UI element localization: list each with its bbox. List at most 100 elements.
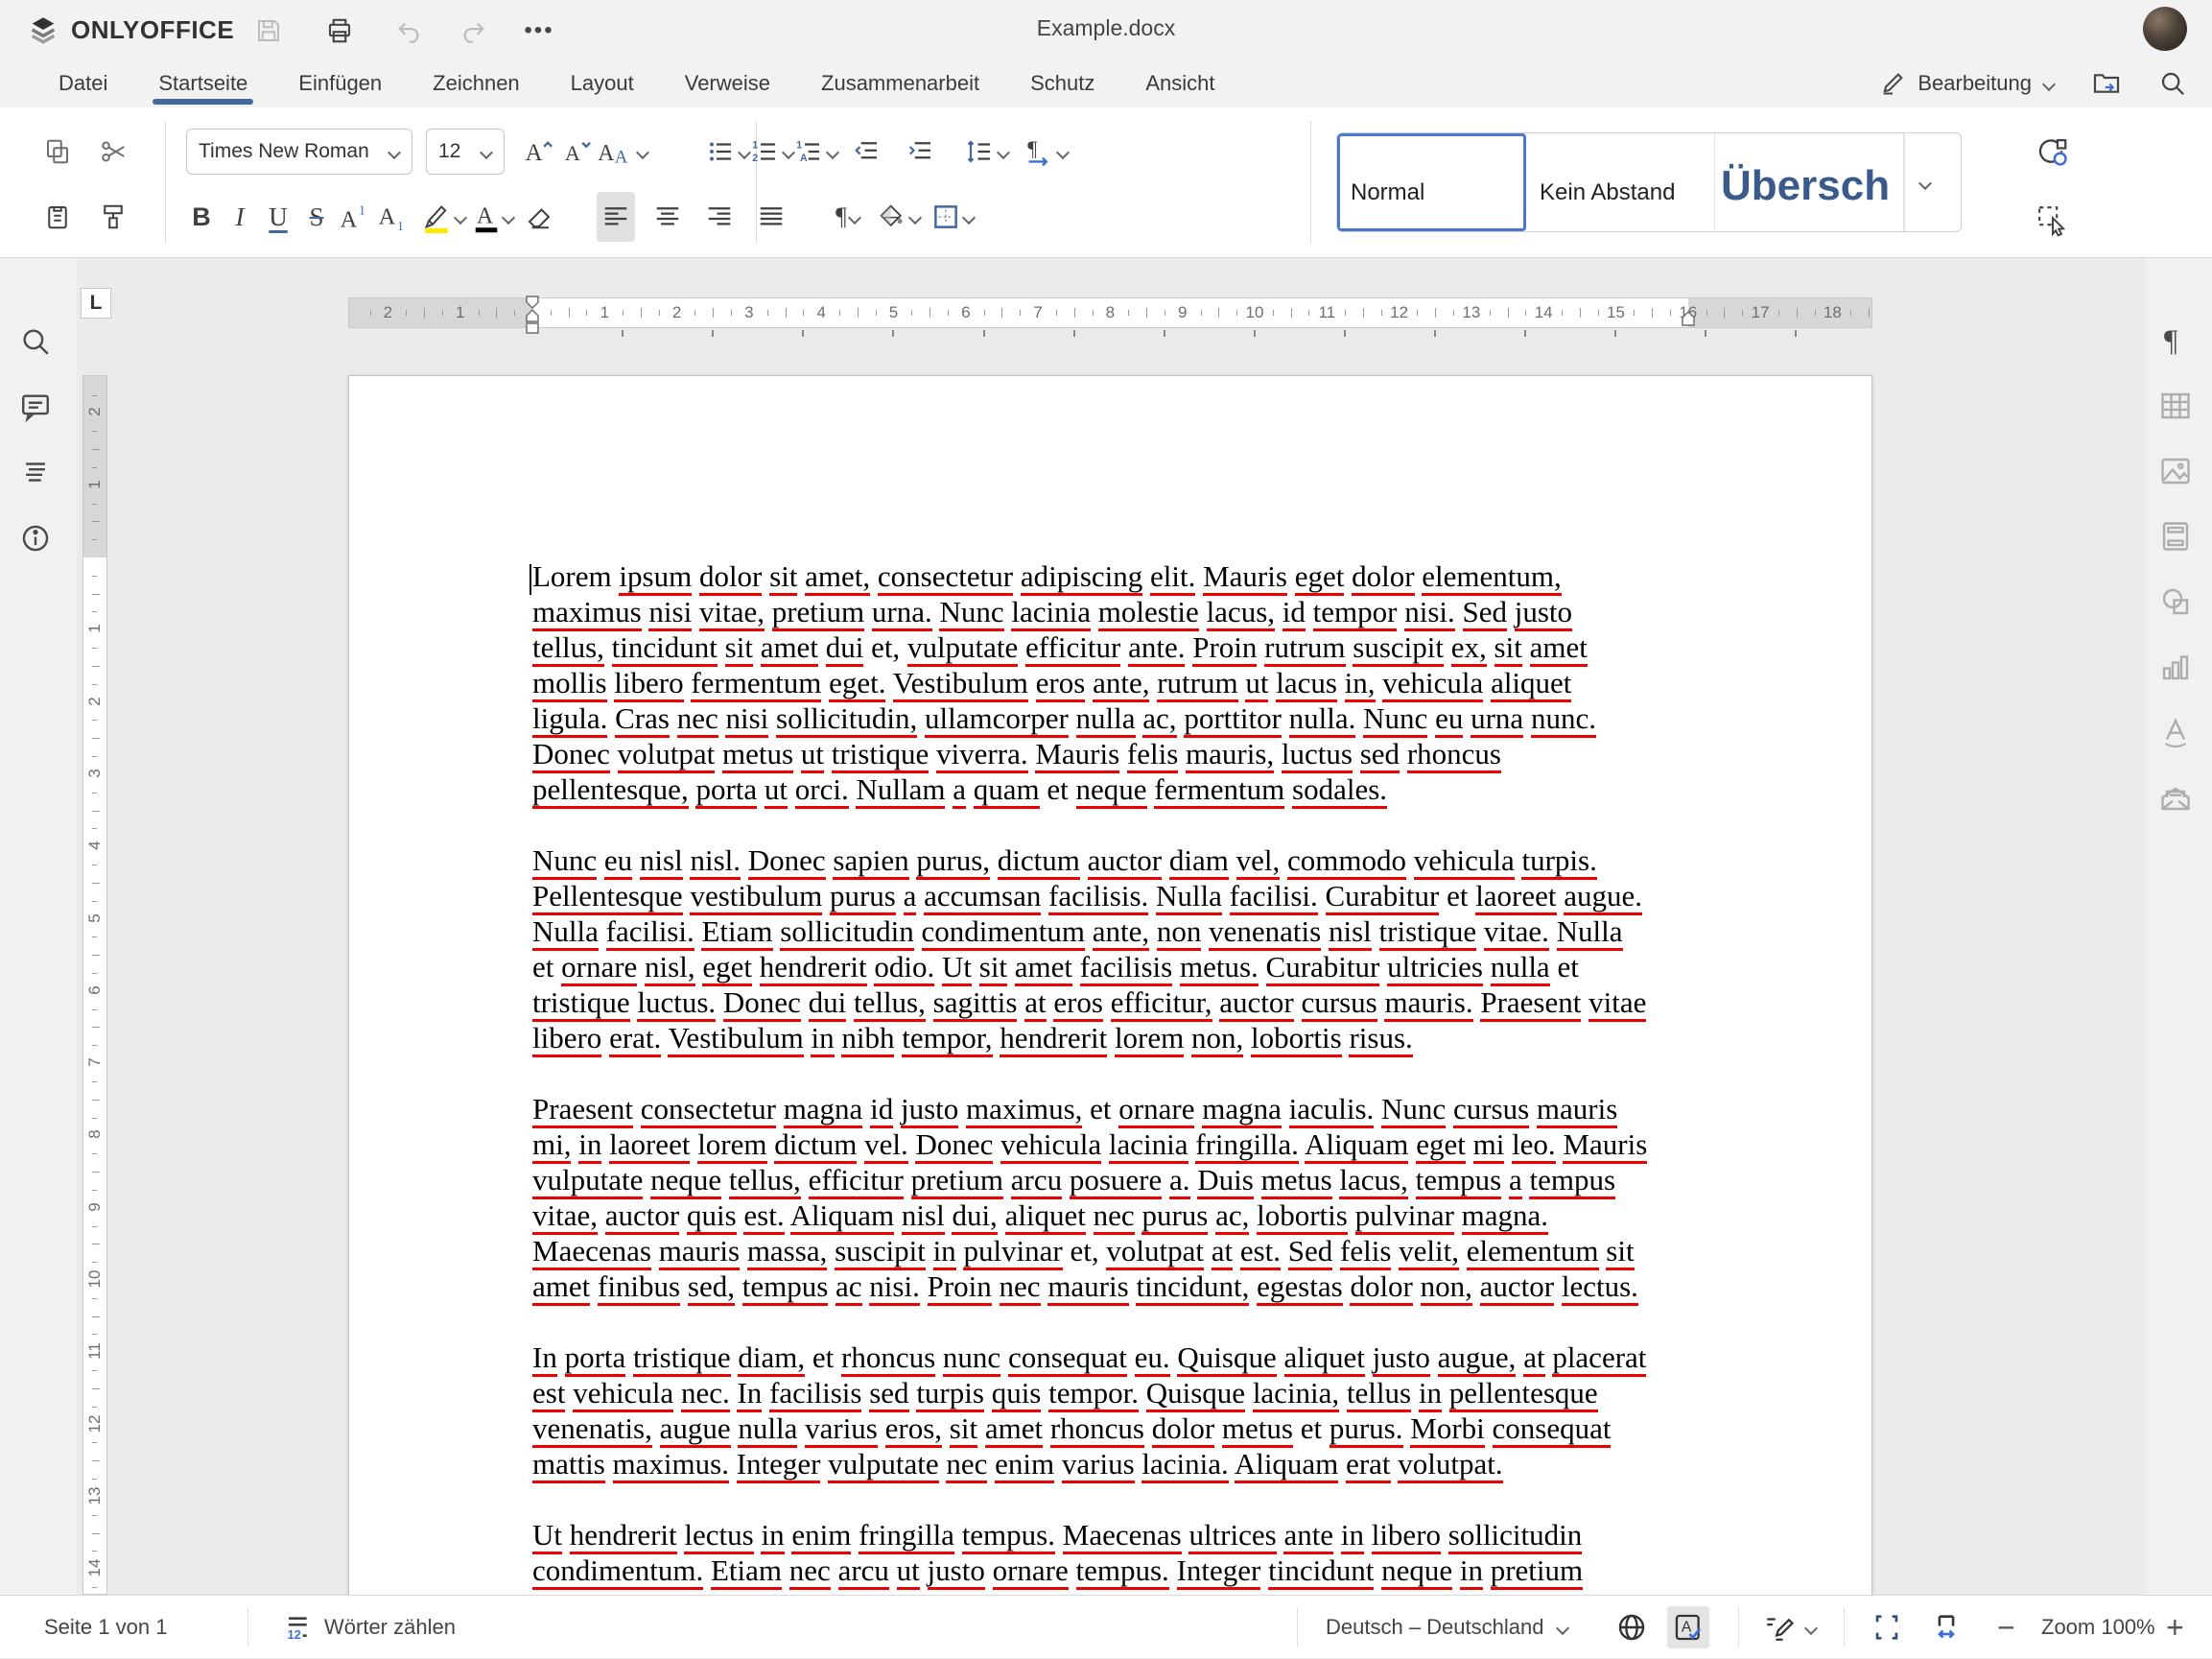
chart-icon — [2158, 650, 2193, 684]
underline-button[interactable]: U — [259, 192, 297, 242]
zoom-in-button[interactable]: + — [2166, 1596, 2184, 1659]
borders-button[interactable] — [930, 192, 975, 242]
table-settings-button[interactable] — [2158, 387, 2197, 425]
copy-button[interactable] — [38, 127, 77, 177]
tab-ansicht[interactable]: Ansicht — [1143, 59, 1216, 107]
sidebar-about-button[interactable] — [19, 519, 58, 557]
tab-einfuegen[interactable]: Einfügen — [296, 59, 384, 107]
language-selector[interactable]: Deutsch – Deutschland — [1326, 1596, 1568, 1659]
bullet-list-icon — [706, 137, 737, 166]
clear-formatting-button[interactable] — [520, 192, 558, 242]
tab-verweise[interactable]: Verweise — [683, 59, 772, 107]
tab-zusammenarbeit[interactable]: Zusammenarbeit — [819, 59, 981, 107]
sidebar-navigation-button[interactable] — [19, 453, 58, 491]
tab-datei[interactable]: Datei — [57, 59, 109, 107]
cut-button[interactable] — [94, 127, 132, 177]
tab-startseite[interactable]: Startseite — [156, 59, 249, 107]
style-gallery-expand-button[interactable] — [1904, 133, 1944, 231]
paragraph[interactable]: In porta tristique diam, et rhoncus nunc… — [532, 1340, 1703, 1482]
document-language-control[interactable] — [1615, 1596, 1648, 1659]
image-settings-button[interactable] — [2158, 452, 2197, 490]
search-button[interactable] — [2158, 69, 2187, 98]
header-footer-settings-button[interactable] — [2158, 517, 2197, 556]
document-text[interactable]: Lorem ipsum dolor sit amet, consectetur … — [532, 559, 1703, 1595]
shading-color-button[interactable] — [877, 192, 921, 242]
chevron-down-icon — [481, 146, 492, 157]
text-art-settings-button[interactable] — [2158, 713, 2197, 751]
minus-icon: − — [1997, 1612, 2015, 1643]
decrease-font-button[interactable]: A — [558, 127, 597, 177]
replace-button[interactable] — [2032, 129, 2070, 178]
text-line: mi, in laoreet lorem dictum vel. Donec v… — [532, 1127, 1703, 1163]
align-center-button[interactable] — [648, 192, 687, 242]
paragraph-direction-button[interactable]: ¶ — [1023, 127, 1069, 177]
fit-width-button[interactable] — [1930, 1596, 1963, 1659]
paragraph[interactable]: Lorem ipsum dolor sit amet, consectetur … — [532, 559, 1703, 808]
font-name-combobox[interactable]: Times New Roman — [186, 129, 412, 175]
chevron-down-icon — [739, 146, 750, 157]
editing-mode-switch[interactable]: Bearbeitung — [1879, 70, 2055, 97]
justify-button[interactable] — [752, 192, 790, 242]
bold-button[interactable]: B — [182, 192, 221, 242]
paragraph[interactable]: Ut hendrerit lectus in enim fringilla te… — [532, 1518, 1703, 1595]
zoom-out-button[interactable]: − — [1997, 1596, 2015, 1659]
strikethrough-button[interactable]: S — [297, 192, 336, 242]
paragraph[interactable]: Nunc eu nisl nisl. Donec sapien purus, d… — [532, 843, 1703, 1056]
increase-indent-button[interactable] — [902, 127, 940, 177]
vertical-ruler[interactable]: 211234567891011121314 — [82, 375, 107, 1595]
paragraph-settings-button[interactable]: ¶ — [2158, 321, 2197, 360]
right-indent-marker[interactable] — [1680, 310, 1697, 329]
left-indent-marker[interactable] — [524, 296, 541, 342]
plus-icon: + — [2166, 1612, 2184, 1643]
align-right-button[interactable] — [700, 192, 739, 242]
toolbar-separator — [1310, 121, 1311, 244]
decrease-indent-button[interactable] — [848, 127, 886, 177]
spellcheck-control[interactable]: A — [1667, 1596, 1709, 1659]
select-all-button[interactable] — [2034, 196, 2072, 246]
shape-settings-button[interactable] — [2158, 582, 2197, 621]
horizontal-ruler[interactable]: 21123456789101112131415161718 — [348, 297, 1872, 328]
font-size-combobox[interactable]: 12 — [426, 129, 505, 175]
font-name-value: Times New Roman — [199, 140, 369, 163]
text-line: mollis libero fermentum eget. Vestibulum… — [532, 666, 1703, 701]
format-painter-button[interactable] — [94, 192, 132, 242]
style-kein-abstand[interactable]: Kein Abstand — [1526, 133, 1715, 231]
document-page[interactable]: Lorem ipsum dolor sit amet, consectetur … — [348, 375, 1872, 1595]
tab-zeichnen[interactable]: Zeichnen — [431, 59, 522, 107]
style-ueberschrift[interactable]: Übersch — [1715, 133, 1904, 231]
style-normal[interactable]: Normal — [1337, 133, 1526, 231]
sidebar-comments-button[interactable] — [19, 388, 58, 426]
tab-schutz[interactable]: Schutz — [1028, 59, 1096, 107]
format-painter-icon — [99, 202, 128, 231]
tab-layout[interactable]: Layout — [569, 59, 636, 107]
fit-page-icon — [1871, 1611, 1903, 1644]
highlight-color-button[interactable] — [420, 192, 466, 242]
italic-button[interactable]: I — [221, 192, 259, 242]
paste-button[interactable] — [38, 192, 77, 242]
avatar[interactable] — [2143, 7, 2187, 51]
open-file-location-button[interactable] — [2091, 68, 2122, 99]
numbered-list-button[interactable]: 1 2 — [750, 127, 794, 177]
chevron-down-icon — [1919, 177, 1931, 188]
page-indicator[interactable]: Seite 1 von 1 — [44, 1596, 167, 1659]
fit-page-button[interactable] — [1871, 1596, 1903, 1659]
paragraph[interactable]: Praesent consectetur magna id justo maxi… — [532, 1092, 1703, 1305]
align-left-button[interactable] — [597, 192, 635, 242]
word-count-control[interactable]: 12 Wörter zählen — [280, 1596, 456, 1659]
track-changes-control[interactable] — [1763, 1596, 1817, 1659]
zoom-level-label: Zoom 100% — [2041, 1615, 2155, 1640]
tab-stop-selector[interactable]: L — [81, 288, 111, 319]
change-case-button[interactable]: A A — [597, 127, 648, 177]
superscript-button[interactable]: A 1 — [336, 192, 374, 242]
font-color-button[interactable]: A — [472, 192, 514, 242]
increase-font-button[interactable]: A — [520, 127, 558, 177]
mail-merge-button[interactable] — [2158, 778, 2197, 817]
line-spacing-button[interactable] — [965, 127, 1009, 177]
sidebar-search-button[interactable] — [19, 322, 58, 361]
bullet-list-button[interactable] — [706, 127, 750, 177]
multilevel-list-button[interactable]: 1 A — [794, 127, 838, 177]
show-paragraph-marks-button[interactable]: ¶ — [829, 192, 867, 242]
chart-settings-button[interactable] — [2158, 648, 2197, 686]
zoom-level[interactable]: Zoom 100% — [2041, 1596, 2155, 1659]
subscript-button[interactable]: A 1 — [374, 192, 412, 242]
